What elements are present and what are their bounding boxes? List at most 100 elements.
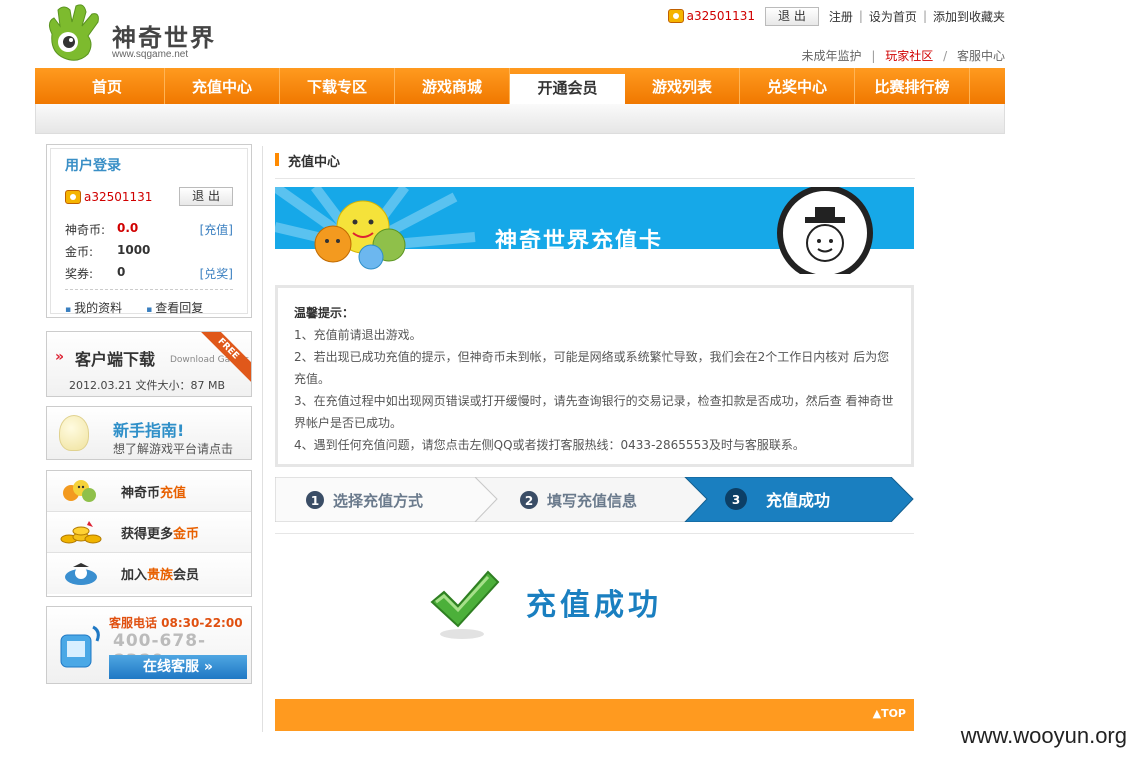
sub-nav-bar <box>35 104 1005 134</box>
success-text: 充值成功 <box>526 588 662 623</box>
top-label: TOP <box>881 707 906 720</box>
nav-recharge[interactable]: 充值中心 <box>165 68 280 104</box>
divider <box>275 533 914 534</box>
logo-hand-icon <box>48 4 99 61</box>
stat-value: 0.0 <box>117 221 139 235</box>
tips-heading: 温馨提示： <box>294 306 355 320</box>
nav-membership[interactable]: 开通会员 <box>510 74 625 104</box>
stat-tickets: 奖券: 0 [兑奖] <box>65 265 233 282</box>
stat-label: 金币: <box>65 245 94 259</box>
user-icon <box>667 9 684 23</box>
content-divider <box>262 146 263 732</box>
nav-shop[interactable]: 游戏商城 <box>395 68 510 104</box>
nav-home[interactable]: 首页 <box>50 68 165 104</box>
recharge-card-banner: 神奇世界充值卡 <box>275 187 914 274</box>
tip-item: 4、遇到任何充值问题，请您点击左侧QQ或者拨打客服热线：0433-2865553… <box>294 438 805 452</box>
noble-member-icon <box>65 562 97 585</box>
lightbulb-icon <box>59 415 89 451</box>
support-hours: 客服电话 08:30-22:00 <box>109 616 243 630</box>
add-favorite-link[interactable]: 添加到收藏夹 <box>933 8 1005 25</box>
step-2-number: 2 <box>525 494 533 508</box>
register-link[interactable]: 注册 <box>829 8 853 25</box>
stat-gold: 金币: 1000 <box>65 243 233 260</box>
nav-game-list[interactable]: 游戏列表 <box>625 68 740 104</box>
guide-title: 新手指南! <box>113 421 185 440</box>
header-logout-button[interactable]: 退 出 <box>765 6 819 26</box>
tip-item: 1、充值前请退出游戏。 <box>294 328 422 342</box>
minor-guardian-link[interactable]: 未成年监护 <box>802 49 862 63</box>
recharge-link[interactable]: [充值] <box>200 221 233 238</box>
header-username[interactable]: a32501131 <box>687 9 755 23</box>
progress-steps: 1 选择充值方式 2 填写充值信息 3 充值成功 <box>275 477 914 522</box>
tip-item: 2、若出现已成功充值的提示，但神奇币未到帐，可能是网络或系统繁忙导致，我们会在2… <box>294 350 890 386</box>
step-3-number: 3 <box>732 493 740 507</box>
divider <box>65 289 233 290</box>
service-highlight: 金币 <box>173 526 200 542</box>
stat-coins: 神奇币: 0.0 [充值] <box>65 221 233 238</box>
login-logout-button[interactable]: 退 出 <box>179 187 233 206</box>
service-text: 会员 <box>173 568 200 583</box>
download-title: 客户端下载 <box>75 350 156 369</box>
login-title: 用户登录 <box>65 158 121 174</box>
user-login-panel: 用户登录 a32501131 退 出 神奇币: 0.0 [充值] 金币: 100… <box>46 144 252 318</box>
stat-value: 0 <box>117 265 126 279</box>
download-chevron-icon: » <box>55 349 65 365</box>
success-message: 充值成功 <box>428 566 688 644</box>
banner-title: 神奇世界充值卡 <box>495 229 664 254</box>
separator: | <box>922 9 927 23</box>
step-1-label: 选择充值方式 <box>333 492 423 510</box>
services-list: 神奇币 充值 获得更多 金币 加入 贵族 会员 <box>46 470 252 597</box>
redeem-link[interactable]: [兑奖] <box>200 265 233 282</box>
online-service-button[interactable]: 在线客服 » <box>109 655 247 679</box>
tip-item: 3、在充值过程中如出现网页错误或打开缓慢时，请先查询银行的交易记录，检查扣款是否… <box>294 394 894 430</box>
login-username[interactable]: a32501131 <box>84 190 152 204</box>
nav-prize-center[interactable]: 兑奖中心 <box>740 68 855 104</box>
stat-label: 奖券: <box>65 267 94 281</box>
service-text: 加入 <box>121 568 148 583</box>
section-title: 充值中心 <box>275 151 915 179</box>
step-3-label: 充值成功 <box>766 491 830 510</box>
footer-bar: ▲TOP <box>275 699 914 731</box>
user-icon <box>65 189 81 204</box>
nav-rankings[interactable]: 比赛排行榜 <box>855 68 970 104</box>
stat-label: 神奇币: <box>65 223 106 237</box>
top-links-bar: a32501131 退 出 注册 | 设为首页 | 添加到收藏夹 <box>667 6 1005 26</box>
brand-url: www.sqgame.net <box>112 49 189 60</box>
my-profile-link[interactable]: 我的资料 <box>65 299 122 316</box>
service-recharge[interactable]: 神奇币 充值 <box>47 471 251 512</box>
up-triangle-icon: ▲ <box>872 707 882 720</box>
download-info: 2012.03.21 文件大小：87 MB <box>69 379 226 392</box>
step-1-number: 1 <box>311 494 319 508</box>
gold-coins-icon <box>60 521 102 544</box>
separator: / <box>943 49 948 63</box>
tips-box: 温馨提示： 1、充值前请退出游戏。 2、若出现已成功充值的提示，但神奇币未到帐，… <box>275 285 914 467</box>
beginner-guide-box[interactable]: 新手指南! 想了解游戏平台请点击 <box>46 406 252 460</box>
service-noble[interactable]: 加入 贵族 会员 <box>47 553 251 594</box>
step-2-label: 填写充值信息 <box>547 492 637 510</box>
guide-subtitle: 想了解游戏平台请点击 <box>113 442 234 456</box>
separator: | <box>858 9 863 23</box>
smiley-coins-icon <box>63 480 96 502</box>
watermark: www.wooyun.org <box>960 723 1127 748</box>
community-link[interactable]: 玩家社区 <box>885 49 933 63</box>
service-text: 神奇币 <box>121 485 161 501</box>
telephone-icon <box>60 625 100 668</box>
brand-name: 神奇世界 <box>112 24 216 52</box>
service-highlight: 贵族 <box>147 568 174 583</box>
service-text: 获得更多 <box>121 526 174 542</box>
service-gold[interactable]: 获得更多 金币 <box>47 512 251 553</box>
main-nav: 首页 充值中心 下载专区 游戏商城 开通会员 游戏列表 兑奖中心 比赛排行榜 <box>35 68 1005 104</box>
client-download-box[interactable]: » 客户端下载 Download Games 2012.03.21 文件大小：8… <box>46 331 252 397</box>
separator: | <box>871 49 876 63</box>
set-homepage-link[interactable]: 设为首页 <box>869 8 917 25</box>
nav-download[interactable]: 下载专区 <box>280 68 395 104</box>
view-replies-link[interactable]: 查看回复 <box>146 299 203 316</box>
service-center-link[interactable]: 客服中心 <box>957 49 1005 63</box>
back-to-top-link[interactable]: ▲TOP <box>873 707 906 720</box>
sub-links-bar: 未成年监护 | 玩家社区 / 客服中心 <box>802 47 1005 64</box>
logo[interactable]: 神奇世界 www.sqgame.net <box>44 4 244 64</box>
stat-value: 1000 <box>117 243 151 257</box>
service-highlight: 充值 <box>160 485 187 501</box>
customer-support-box: 客服电话 08:30-22:00 400-678-8380 在线客服 » <box>46 606 252 684</box>
checkmark-icon <box>430 570 500 639</box>
